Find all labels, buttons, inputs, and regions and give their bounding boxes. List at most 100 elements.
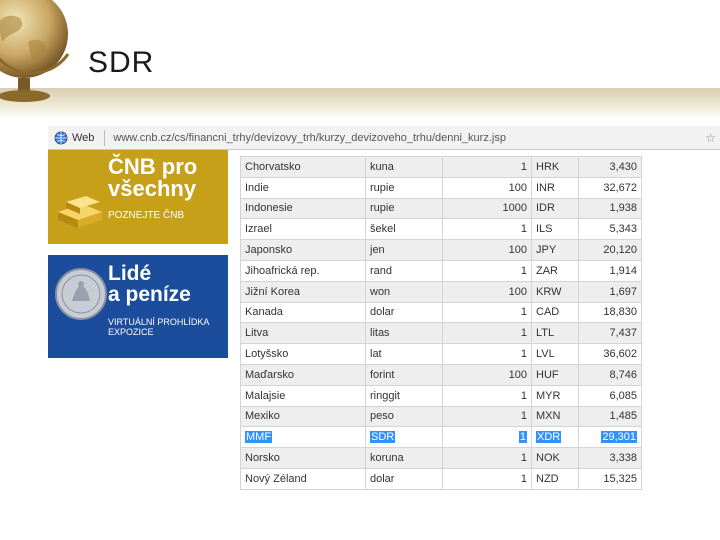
rate-row[interactable]: Nový Zéland dolar 1 NZD 15,325	[240, 467, 642, 490]
currency-cell-text: rupie	[370, 202, 395, 215]
rate-row[interactable]: Maďarsko forint 100 HUF 8,746	[240, 363, 642, 386]
amount-cell-text: 1	[520, 264, 527, 277]
country-cell: Mexiko	[240, 405, 366, 428]
rate-row[interactable]: Indonesie rupie 1000 IDR 1,938	[240, 197, 642, 220]
currency-cell-text: dolar	[370, 472, 395, 485]
lide-a-penize-banner[interactable]: Lidé a peníze VIRTUÁLNÍ PROHLÍDKA EXPOZI…	[48, 255, 228, 358]
currency-cell-text: dolar	[370, 306, 395, 319]
rate-cell: 5,343	[578, 218, 642, 241]
rate-cell: 1,697	[578, 280, 642, 303]
code-cell: LTL	[531, 322, 579, 345]
currency-cell: litas	[365, 322, 443, 345]
rate-row[interactable]: Lotyšsko lat 1 LVL 36,602	[240, 343, 642, 365]
country-cell-text: Indie	[245, 181, 269, 194]
code-cell: NOK	[531, 447, 579, 469]
code-cell: ZAR	[531, 259, 579, 282]
rate-row[interactable]: Jihoafrická rep. rand 1 ZAR 1,914	[240, 259, 642, 282]
amount-cell: 1	[442, 156, 532, 178]
web-tab-label[interactable]: Web	[72, 132, 94, 144]
currency-cell-text: ringgit	[370, 389, 400, 402]
rate-row[interactable]: Mexiko peso 1 MXN 1,485	[240, 405, 642, 428]
rate-row[interactable]: Chorvatsko kuna 1 HRK 3,430	[240, 156, 642, 178]
country-cell: Jižní Korea	[240, 280, 366, 303]
country-cell: Norsko	[240, 447, 366, 469]
amount-cell: 100	[442, 363, 532, 386]
coin-icon	[55, 268, 107, 320]
rate-row[interactable]: Kanada dolar 1 CAD 18,830	[240, 301, 642, 324]
amount-cell-text: 100	[508, 368, 527, 381]
country-cell-text: Izrael	[245, 223, 272, 236]
country-cell-text: Maďarsko	[245, 368, 294, 381]
rate-row[interactable]: Japonsko jen 100 JPY 20,120	[240, 239, 642, 261]
rate-cell-text: 1,485	[609, 410, 637, 423]
gold-bars-icon	[58, 196, 102, 228]
rate-cell: 36,602	[578, 343, 642, 365]
rate-row[interactable]: Jižní Korea won 100 KRW 1,697	[240, 280, 642, 303]
country-cell: Lotyšsko	[240, 343, 366, 365]
banner-cnb-line1: ČNB pro	[108, 154, 198, 179]
banner-lide-line2: a peníze	[108, 283, 191, 306]
country-cell: Jihoafrická rep.	[240, 259, 366, 282]
amount-cell-text: 1	[520, 452, 527, 465]
country-cell-text: Norsko	[245, 452, 280, 465]
currency-cell: forint	[365, 363, 443, 386]
currency-cell-text: rand	[370, 264, 393, 277]
banner-lide-subtitle: VIRTUÁLNÍ PROHLÍDKA EXPOZICE	[108, 317, 224, 337]
code-cell: MYR	[531, 384, 579, 407]
amount-cell-text: 1	[520, 327, 527, 340]
currency-cell-text: rupie	[370, 181, 395, 194]
rate-cell-text: 5,343	[609, 223, 637, 236]
cnb-pro-vsechny-banner[interactable]: ČNB pro všechny POZNEJTE ČNB	[48, 150, 228, 244]
rate-row[interactable]: Malajsie ringgit 1 MYR 6,085	[240, 384, 642, 407]
country-cell-text: Malajsie	[245, 389, 286, 402]
amount-cell: 1	[442, 259, 532, 282]
banner-cnb-subtitle: POZNEJTE ČNB	[108, 210, 185, 221]
banner-lide-sub2: EXPOZICE	[108, 327, 154, 337]
globe-icon	[0, 0, 70, 102]
rate-row[interactable]: MMF SDR 1 XDR 29,301	[240, 426, 642, 449]
country-cell-text: Nový Zéland	[245, 472, 307, 485]
rate-row[interactable]: Indie rupie 100 INR 32,672	[240, 176, 642, 199]
code-cell-text: HUF	[536, 368, 559, 381]
country-cell-text: Japonsko	[245, 244, 293, 257]
amount-cell-text: 1	[520, 472, 527, 485]
currency-cell: ringgit	[365, 384, 443, 407]
code-cell-text: KRW	[536, 285, 562, 298]
country-cell-text: Litva	[245, 327, 269, 340]
rate-cell-text: 6,085	[609, 389, 637, 402]
url-field[interactable]: www.cnb.cz/cs/financni_trhy/devizovy_trh…	[113, 132, 506, 144]
country-cell-text: Jižní Korea	[245, 285, 301, 298]
country-cell: Maďarsko	[240, 363, 366, 386]
code-cell-text: IDR	[536, 202, 555, 215]
rate-row[interactable]: Norsko koruna 1 NOK 3,338	[240, 447, 642, 469]
bookmark-star-icon[interactable]: ☆	[705, 131, 716, 145]
browser-address-bar: Web www.cnb.cz/cs/financni_trhy/devizovy…	[48, 126, 720, 150]
banner-cnb-title: ČNB pro všechny	[108, 156, 197, 200]
banner-lide-sub1: VIRTUÁLNÍ PROHLÍDKA	[108, 317, 210, 327]
country-cell: Indie	[240, 176, 366, 199]
country-cell-text: Jihoafrická rep.	[245, 264, 320, 277]
amount-cell-text: 100	[508, 181, 527, 194]
amount-cell: 1000	[442, 197, 532, 220]
amount-cell: 1	[442, 343, 532, 365]
web-globe-icon	[54, 131, 68, 144]
code-cell: KRW	[531, 280, 579, 303]
rate-cell-text: 1,914	[609, 264, 637, 277]
exchange-rate-table: Chorvatsko kuna 1 HRK 3,430 Indie rupie 100 INR 3…	[240, 156, 642, 490]
code-cell-text: ZAR	[536, 264, 558, 277]
currency-cell: won	[365, 280, 443, 303]
code-cell: IDR	[531, 197, 579, 220]
code-cell-text: LTL	[536, 327, 555, 340]
currency-cell-text: won	[370, 285, 391, 298]
code-cell-text: JPY	[536, 244, 557, 257]
rate-row[interactable]: Litva litas 1 LTL 7,437	[240, 322, 642, 345]
currency-cell-text: kuna	[370, 160, 394, 173]
code-cell: MXN	[531, 405, 579, 428]
rate-cell: 3,338	[578, 447, 642, 469]
rate-cell: 6,085	[578, 384, 642, 407]
currency-cell-text: peso	[370, 410, 394, 423]
rate-row[interactable]: Izrael šekel 1 ILS 5,343	[240, 218, 642, 241]
code-cell: LVL	[531, 343, 579, 365]
browser-screenshot: Web www.cnb.cz/cs/financni_trhy/devizovy…	[48, 126, 720, 498]
currency-cell-text: koruna	[370, 452, 404, 465]
